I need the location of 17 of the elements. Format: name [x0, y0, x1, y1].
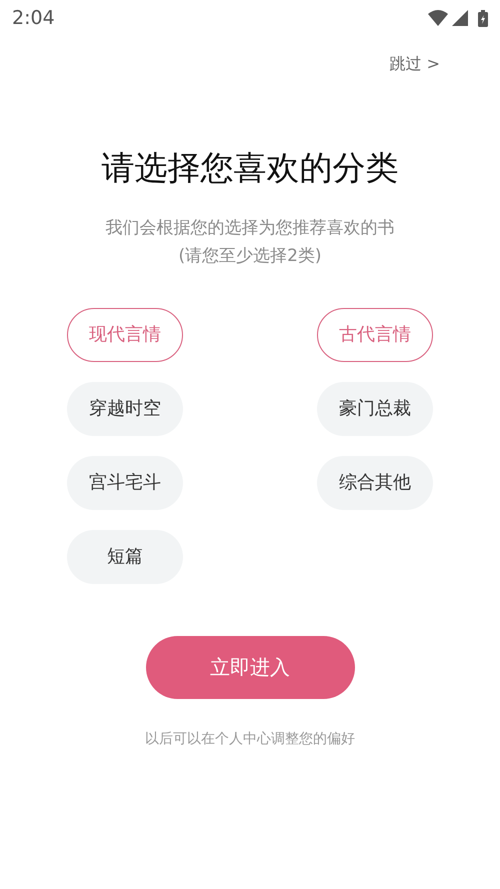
category-chip[interactable]: 古代言情	[317, 308, 433, 362]
battery-icon	[478, 10, 488, 26]
subtitle-line: (请您至少选择2类)	[177, 244, 323, 268]
clock-time: 2:04	[12, 6, 55, 31]
enter-button[interactable]: 立即进入	[146, 636, 354, 699]
category-chip[interactable]: 宫斗宅斗	[67, 456, 183, 510]
wifi-icon	[428, 10, 448, 26]
footer-note: 以后可以在个人中心调整您的偏好	[145, 730, 355, 749]
category-chip[interactable]: 综合其他	[317, 456, 433, 510]
category-chip[interactable]: 豪门总裁	[317, 382, 433, 436]
category-chip[interactable]: 短篇	[67, 530, 183, 584]
category-chip[interactable]: 穿越时空	[67, 382, 183, 436]
category-chip[interactable]: 现代言情	[67, 308, 183, 362]
signal-icon	[452, 10, 468, 26]
subtitle-line: 我们会根据您的选择为您推荐喜欢的书	[104, 216, 396, 240]
skip-link[interactable]: 跳过 >	[390, 52, 440, 76]
page-title: 请选择您喜欢的分类	[100, 148, 400, 188]
